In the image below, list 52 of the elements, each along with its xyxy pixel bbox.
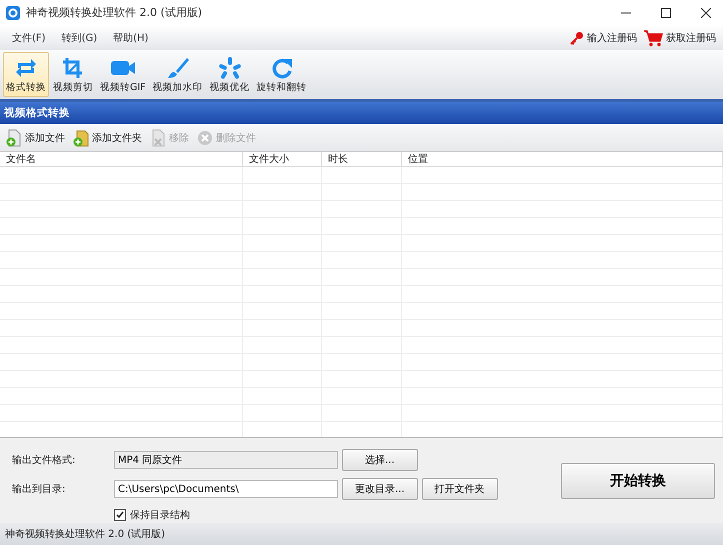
toolbar-button[interactable]: 旋转和翻转 (254, 52, 310, 97)
format-field[interactable]: MP4 同原文件 (114, 450, 338, 469)
toolbar-button-label: 视频加水印 (152, 81, 203, 94)
column-header[interactable]: 文件大小 (243, 152, 322, 166)
toolbar-button[interactable]: 格式转换 (3, 52, 49, 97)
open-folder-button[interactable]: 打开文件夹 (422, 478, 498, 500)
remove-file-icon (150, 128, 166, 146)
cart-icon (643, 28, 663, 46)
app-icon (6, 6, 20, 20)
toolbar-button-label: 视频剪切 (53, 81, 93, 94)
toolbar-button-label: 格式转换 (6, 81, 46, 94)
menu-item[interactable]: 帮助(H) (105, 28, 156, 46)
directory-field[interactable]: C:\Users\pc\Documents\ (114, 480, 338, 498)
file-action-label: 添加文件 (25, 132, 65, 144)
toolbar-button-label: 视频优化 (210, 81, 250, 94)
panel-header: 视频格式转换 (0, 102, 723, 124)
window-title: 神奇视频转换处理软件 2.0 (试用版) (26, 5, 204, 20)
column-header[interactable]: 时长 (322, 152, 402, 166)
maximize-icon (661, 8, 671, 18)
register-link[interactable]: 获取注册码 (640, 28, 719, 46)
checkbox-label: 保持目录结构 (130, 508, 190, 522)
delete-icon (197, 128, 213, 146)
file-action-button[interactable]: 添加文件夹 (71, 128, 144, 146)
menu-item[interactable]: 文件(F) (4, 28, 54, 46)
directory-label: 输出到目录: (12, 482, 66, 496)
toolbar-button[interactable]: 视频加水印 (150, 52, 206, 97)
toolbar-button[interactable]: 视频转GIF (97, 52, 149, 97)
toolbar-button[interactable]: 视频剪切 (50, 52, 96, 97)
toolbar-button[interactable]: 视频优化 (206, 52, 253, 97)
file-action-button[interactable]: 添加文件 (4, 128, 67, 146)
menu-item[interactable]: 转到(G) (54, 28, 106, 46)
add-file-icon (6, 128, 22, 146)
toolbar-button-label: 旋转和翻转 (256, 81, 307, 94)
file-action-label: 添加文件夹 (92, 132, 142, 144)
column-header[interactable]: 文件名 (0, 152, 243, 166)
checkbox[interactable] (114, 509, 126, 522)
file-action-label: 删除文件 (216, 132, 256, 144)
register-link[interactable]: 输入注册码 (567, 30, 640, 44)
toolbar-button-label: 视频转GIF (100, 81, 146, 94)
sparkle-icon (216, 56, 243, 80)
file-action-label: 移除 (169, 132, 189, 144)
column-header[interactable]: 位置 (402, 152, 723, 166)
change-directory-button[interactable]: 更改目录... (342, 478, 418, 500)
add-folder-icon (73, 128, 89, 146)
format-label: 输出文件格式: (12, 454, 76, 467)
register-link-label: 获取注册码 (666, 32, 716, 44)
key-icon (570, 30, 584, 44)
register-link-label: 输入注册码 (587, 32, 637, 44)
close-icon (701, 8, 711, 18)
choose-button[interactable]: 选择... (342, 448, 418, 471)
status-bar: 神奇视频转换处理软件 2.0 (试用版) (0, 523, 723, 545)
start-button[interactable]: 开始转换 (561, 463, 715, 499)
